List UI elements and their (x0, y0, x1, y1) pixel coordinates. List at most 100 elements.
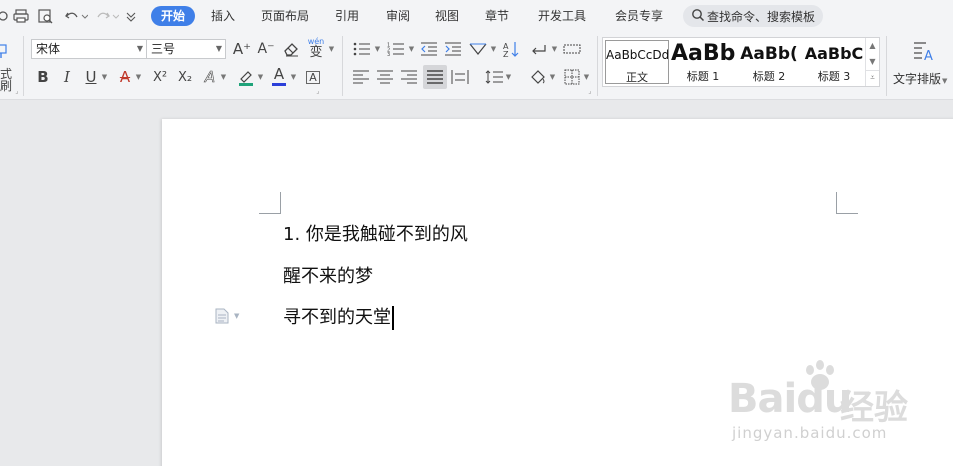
font-size-select[interactable]: 三号 ▼ (146, 39, 226, 59)
chevron-down-icon[interactable]: ▼ (219, 72, 227, 82)
menu-bar: 开始 插入 页面布局 引用 审阅 视图 章节 开发工具 会员专享 查找命令、搜索… (0, 0, 953, 32)
chevron-down-icon: ▼ (942, 77, 948, 85)
font-color-swatch (272, 82, 286, 86)
chevron-down-icon[interactable]: ▼ (550, 44, 558, 54)
redo-icon[interactable] (96, 6, 120, 26)
style-heading-1[interactable]: AaBb 标题 1 (671, 40, 735, 84)
chevron-down-icon[interactable]: ▼ (504, 72, 512, 82)
shrink-font-icon[interactable]: A⁻ (256, 39, 276, 59)
watermark-cn: 经验 (840, 388, 908, 428)
text-effect-button[interactable]: A (201, 67, 219, 87)
chevron-down-icon[interactable]: ▼ (548, 72, 556, 82)
bold-button[interactable]: B (34, 67, 52, 87)
eraser-icon[interactable] (281, 39, 301, 59)
print-icon[interactable] (12, 6, 30, 26)
chinese-layout-icon[interactable] (467, 39, 489, 59)
document-line-current[interactable]: 寻不到的天堂 (283, 306, 394, 330)
margin-corner-mark (259, 192, 281, 214)
command-search-input[interactable]: 查找命令、搜索模板 (683, 5, 823, 27)
chevron-down-icon[interactable]: ▼ (327, 44, 335, 54)
style-name: 正文 (626, 71, 648, 84)
shading-icon[interactable] (528, 67, 548, 87)
chevron-down-icon[interactable]: ▼ (582, 72, 590, 82)
chevron-down-icon[interactable]: ▼ (134, 72, 142, 82)
increase-indent-icon[interactable] (443, 39, 463, 59)
chevron-down-icon[interactable]: ▼ (866, 54, 879, 70)
superscript-button[interactable]: X² (150, 67, 170, 87)
style-preview: AaBbCcDd (606, 48, 668, 62)
undo-icon[interactable] (63, 6, 89, 26)
italic-button[interactable]: I (58, 67, 76, 87)
justify-icon[interactable] (423, 65, 447, 89)
paragraph-layout-icon[interactable]: ▼ (215, 308, 239, 324)
chevron-down-icon[interactable]: ▼ (289, 72, 297, 82)
chevron-down-icon[interactable]: ▼ (489, 44, 497, 54)
style-name: 标题 2 (752, 70, 786, 83)
print-preview-icon[interactable] (37, 6, 55, 26)
document-line[interactable]: 醒不来的梦 (283, 265, 373, 289)
style-heading-3[interactable]: AaBbC 标题 3 (803, 40, 865, 84)
sort-icon[interactable]: AZ (501, 39, 521, 59)
distribute-align-icon[interactable] (450, 67, 470, 87)
more-styles-icon[interactable]: ⩡ (866, 70, 879, 86)
chevron-down-icon: ▼ (234, 312, 240, 320)
text-layout-icon[interactable]: A (911, 40, 937, 64)
baidu-watermark: Baidu 经验 jingyan.baidu.com (728, 360, 948, 444)
customize-toolbar-icon[interactable] (125, 6, 137, 26)
distributed-icon[interactable] (562, 39, 582, 59)
styles-scrollbar[interactable]: ▲ ▼ ⩡ (865, 38, 879, 86)
show-hide-marks-icon[interactable] (528, 39, 550, 59)
chevron-down-icon: ▼ (215, 44, 222, 53)
tab-developer-tools[interactable]: 开发工具 (534, 6, 590, 26)
underline-button[interactable]: U (82, 67, 100, 87)
bullets-icon[interactable] (351, 39, 373, 59)
text-layout-button[interactable]: 文字排版▼ (893, 70, 947, 87)
font-color-button[interactable]: A (270, 65, 288, 87)
tab-insert[interactable]: 插入 (208, 6, 238, 26)
tab-member-exclusive[interactable]: 会员专享 (612, 6, 666, 26)
phonetic-guide-button[interactable]: wén 变 (305, 36, 327, 60)
decrease-indent-icon[interactable] (419, 39, 439, 59)
style-name: 标题 3 (817, 70, 851, 83)
format-painter-icon[interactable] (0, 42, 10, 60)
align-center-icon[interactable] (375, 67, 395, 87)
text-cursor (392, 306, 394, 330)
strikethrough-button[interactable]: A (116, 67, 134, 87)
style-preview: AaBb (671, 41, 735, 66)
format-painter-label[interactable]: 式刷 (0, 68, 16, 92)
style-preview: AaBbC (804, 44, 864, 63)
align-left-icon[interactable] (351, 67, 371, 87)
tab-references[interactable]: 引用 (332, 6, 362, 26)
tab-home[interactable]: 开始 (151, 6, 195, 26)
tab-review[interactable]: 审阅 (383, 6, 413, 26)
tab-sections[interactable]: 章节 (482, 6, 512, 26)
more-icon[interactable] (0, 6, 10, 26)
borders-icon[interactable] (562, 67, 582, 87)
paragraph-dialog-expand-icon[interactable]: ⌟ (587, 87, 593, 94)
chevron-down-icon[interactable]: ▼ (407, 44, 415, 54)
tab-page-layout[interactable]: 页面布局 (258, 6, 312, 26)
document-line[interactable]: 1. 你是我触碰不到的风 (283, 223, 468, 247)
chevron-down-icon[interactable]: ▼ (373, 44, 381, 54)
line-spacing-icon[interactable] (484, 67, 504, 87)
font-dialog-expand-icon[interactable]: ⌟ (315, 87, 321, 94)
text-layout-label: 文字排版 (893, 72, 942, 86)
align-right-icon[interactable] (399, 67, 419, 87)
grow-font-icon[interactable]: A⁺ (232, 39, 252, 59)
phonetic-char: 变 (309, 44, 323, 60)
chevron-up-icon[interactable]: ▲ (866, 38, 879, 54)
margin-corner-mark (836, 192, 858, 214)
tab-view[interactable]: 视图 (432, 6, 462, 26)
numbering-icon[interactable]: 123 (385, 39, 407, 59)
subscript-button[interactable]: X₂ (175, 67, 195, 87)
style-heading-2[interactable]: AaBb( 标题 2 (737, 40, 801, 84)
chevron-down-icon[interactable]: ▼ (100, 72, 108, 82)
character-border-letter: A (306, 70, 320, 84)
chevron-down-icon[interactable]: ▼ (256, 72, 264, 82)
style-normal[interactable]: AaBbCcDd 正文 (605, 40, 669, 84)
font-name-select[interactable]: 宋体 ▼ (31, 39, 147, 59)
highlight-icon[interactable] (236, 67, 256, 87)
document-line-text: 寻不到的天堂 (283, 307, 391, 328)
character-border-button[interactable]: A (304, 67, 322, 87)
clipboard-expand-icon[interactable]: ⌟ (14, 87, 20, 94)
